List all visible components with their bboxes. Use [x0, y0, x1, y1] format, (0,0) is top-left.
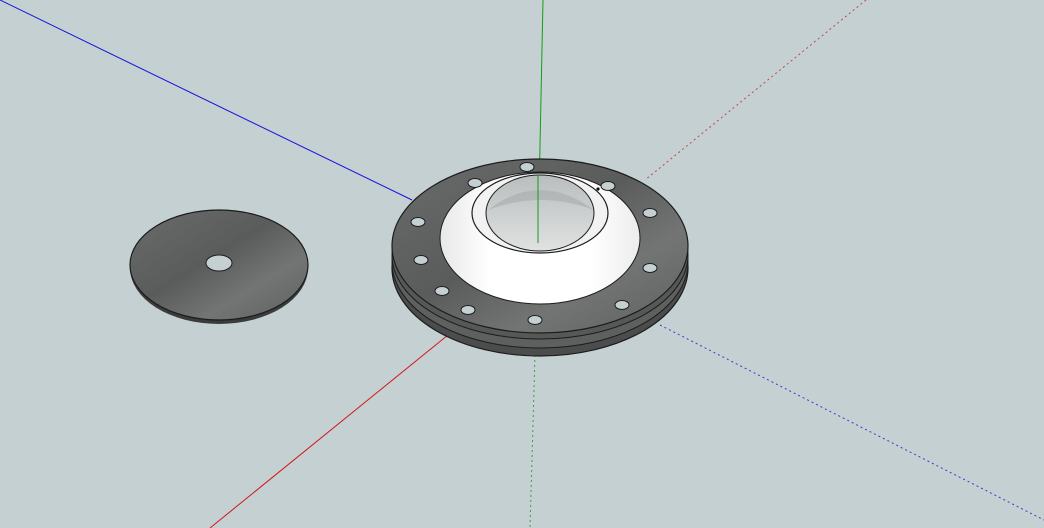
modeling-viewport[interactable]: [0, 0, 1044, 528]
flat-washer-disk[interactable]: [129, 209, 309, 324]
3d-scene[interactable]: [0, 0, 1044, 528]
weld-neck-flange[interactable]: [391, 158, 689, 357]
inference-point: [596, 187, 600, 191]
